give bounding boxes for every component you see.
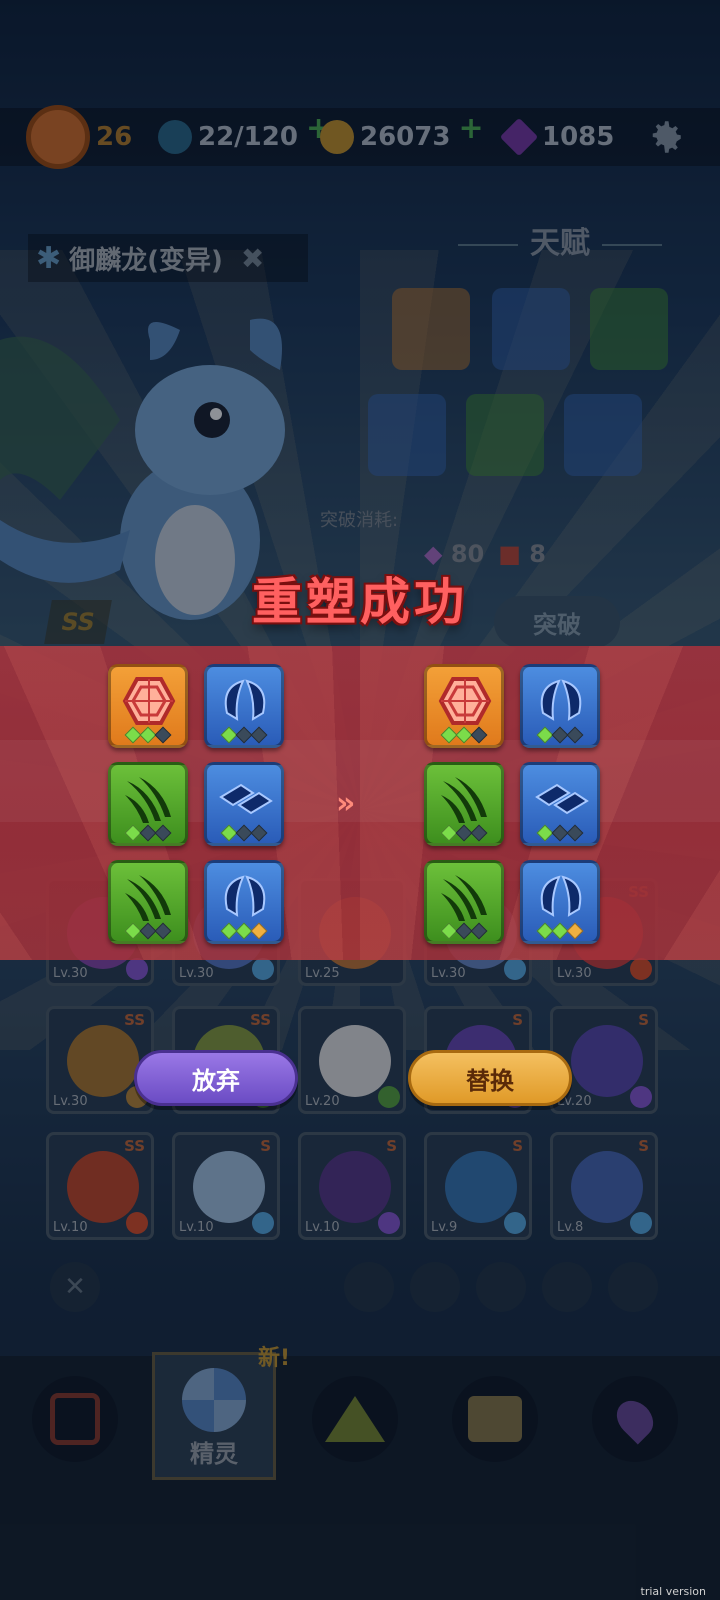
level-dot <box>470 726 488 744</box>
level-dot <box>470 922 488 940</box>
level-dot <box>154 824 172 842</box>
level-dot <box>470 824 488 842</box>
talent-level-dots <box>207 824 281 842</box>
level-dot <box>566 824 584 842</box>
level-dot <box>250 824 268 842</box>
talent-level-dots <box>207 922 281 940</box>
talent-level-dots <box>523 726 597 744</box>
talent-tile[interactable] <box>520 860 600 944</box>
talent-level-dots <box>427 922 501 940</box>
talent-tile[interactable] <box>204 664 284 748</box>
talent-tile[interactable] <box>108 664 188 748</box>
talent-tile[interactable] <box>520 664 600 748</box>
talent-level-dots <box>111 922 185 940</box>
replace-button[interactable]: 替换 <box>408 1050 572 1106</box>
talent-level-dots <box>427 726 501 744</box>
watermark: trial version <box>640 1585 706 1598</box>
dialog-title: 重塑成功 <box>252 573 468 631</box>
arrow-icon: » <box>336 786 356 821</box>
level-dot <box>566 726 584 744</box>
talent-tile[interactable] <box>204 762 284 846</box>
level-dot <box>250 922 268 940</box>
talent-tile[interactable] <box>520 762 600 846</box>
level-dot <box>250 726 268 744</box>
talent-level-dots <box>523 922 597 940</box>
talent-tile[interactable] <box>204 860 284 944</box>
level-dot <box>566 922 584 940</box>
talent-level-dots <box>111 824 185 842</box>
talent-level-dots <box>207 726 281 744</box>
talent-tile[interactable] <box>108 860 188 944</box>
level-dot <box>154 726 172 744</box>
talent-level-dots <box>111 726 185 744</box>
talent-tile[interactable] <box>424 860 504 944</box>
talent-level-dots <box>427 824 501 842</box>
talent-tile[interactable] <box>108 762 188 846</box>
give-up-button[interactable]: 放弃 <box>134 1050 298 1106</box>
talent-level-dots <box>523 824 597 842</box>
talent-tile[interactable] <box>424 762 504 846</box>
level-dot <box>154 922 172 940</box>
talent-tile[interactable] <box>424 664 504 748</box>
